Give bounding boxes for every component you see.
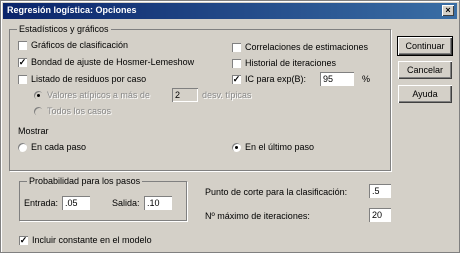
cutoff-row: Punto de corte para la clasificación:: [205, 187, 347, 197]
outliers-label: Valores atípicos a más de: [47, 90, 150, 100]
outliers-suffix-label: desv. típicas: [202, 90, 252, 100]
all-cases-label: Todos los casos: [47, 106, 112, 116]
title-bar[interactable]: Regresión logística: Opciones ×: [3, 3, 457, 19]
continue-button[interactable]: Continuar: [397, 36, 453, 56]
radio-button-selected[interactable]: [232, 142, 241, 152]
ci-exp-b-label: IC para exp(B):: [245, 74, 307, 84]
checkbox-box[interactable]: [232, 42, 241, 52]
classification-plots-checkbox[interactable]: Gráficos de clasificación: [18, 40, 128, 50]
stepping-group: Probabilidad para los pasos Entrada: .05…: [19, 176, 187, 221]
radio-button[interactable]: [34, 106, 43, 116]
options-dialog: Regresión logística: Opciones × Estadíst…: [0, 0, 460, 253]
classification-plots-label: Gráficos de clasificación: [31, 40, 129, 50]
display-label-row: Mostrar: [18, 126, 49, 136]
ci-value-field[interactable]: 95: [320, 72, 354, 86]
checkbox-box[interactable]: [18, 40, 27, 50]
ci-unit-label: %: [362, 74, 371, 84]
help-button[interactable]: Ayuda: [398, 85, 452, 103]
radio-button[interactable]: [18, 142, 27, 152]
removal-row: Salida:: [112, 198, 140, 208]
entry-field[interactable]: .05: [62, 196, 90, 210]
include-constant-checkbox[interactable]: ✓ Incluir constante en el modelo: [19, 235, 152, 245]
iteration-history-checkbox[interactable]: Historial de iteraciones: [232, 58, 336, 68]
last-step-label: En el último paso: [245, 142, 315, 152]
cancel-button[interactable]: Cancelar: [398, 61, 452, 79]
correlations-label: Correlaciones de estimaciones: [245, 42, 369, 52]
removal-label: Salida:: [112, 198, 140, 208]
all-cases-radio[interactable]: Todos los casos: [34, 106, 111, 116]
ci-unit: %: [362, 74, 370, 84]
stats-group-label: Estadísticos y gráficos: [17, 24, 111, 34]
removal-field[interactable]: .10: [144, 196, 172, 210]
each-step-radio[interactable]: En cada paso: [18, 142, 86, 152]
checkbox-box[interactable]: [232, 58, 241, 68]
close-button[interactable]: ×: [442, 5, 454, 16]
radio-button[interactable]: [34, 90, 43, 100]
window-title: Regresión logística: Opciones: [7, 5, 137, 15]
max-iter-field[interactable]: 20: [369, 208, 391, 222]
ci-exp-b-checkbox[interactable]: ✓ IC para exp(B):: [232, 74, 306, 84]
hosmer-checkbox[interactable]: ✓ Bondad de ajuste de Hosmer-Lemeshow: [18, 57, 194, 67]
entry-row: Entrada:: [24, 198, 58, 208]
hosmer-label: Bondad de ajuste de Hosmer-Lemeshow: [31, 57, 195, 67]
casewise-label: Listado de residuos por caso: [31, 74, 147, 84]
correlations-checkbox[interactable]: Correlaciones de estimaciones: [232, 42, 368, 52]
checkbox-box-checked[interactable]: ✓: [18, 57, 27, 67]
cutoff-label: Punto de corte para la clasificación:: [205, 187, 348, 197]
iteration-history-label: Historial de iteraciones: [245, 58, 337, 68]
last-step-radio[interactable]: En el último paso: [232, 142, 314, 152]
outliers-suffix: desv. típicas: [202, 90, 251, 100]
checkbox-box-checked[interactable]: ✓: [232, 74, 241, 84]
max-iter-row: Nº máximo de iteraciones:: [205, 211, 310, 221]
stats-group: Estadísticos y gráficos Gráficos de clas…: [9, 24, 391, 171]
checkbox-box[interactable]: [18, 74, 27, 84]
cutoff-field[interactable]: .5: [369, 184, 391, 198]
outliers-radio[interactable]: Valores atípicos a más de: [34, 90, 150, 100]
entry-label: Entrada:: [24, 198, 59, 208]
display-label: Mostrar: [18, 126, 49, 136]
include-constant-label: Incluir constante en el modelo: [32, 235, 152, 245]
each-step-label: En cada paso: [31, 142, 87, 152]
outliers-field[interactable]: 2: [172, 88, 198, 102]
max-iter-label: Nº máximo de iteraciones:: [205, 211, 310, 221]
checkbox-box-checked[interactable]: ✓: [19, 235, 28, 245]
stepping-group-label: Probabilidad para los pasos: [27, 176, 143, 186]
casewise-checkbox[interactable]: Listado de residuos por caso: [18, 74, 146, 84]
